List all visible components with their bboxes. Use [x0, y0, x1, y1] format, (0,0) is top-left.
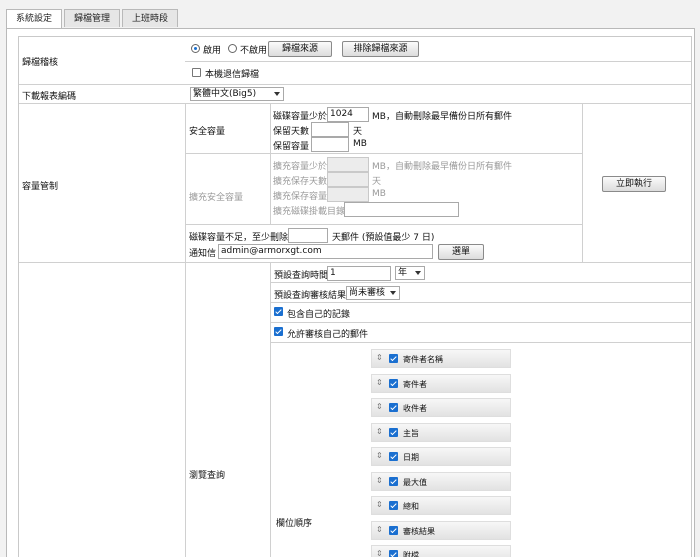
report-encoding-label: 下載報表編碼	[22, 92, 77, 102]
field-name: 寄件者	[403, 379, 427, 389]
row-archive-audit: 歸檔稽核 啟用 不啟用 歸檔來源 排除歸檔來源 本機退信歸檔	[19, 37, 691, 85]
field-name: 審核結果	[403, 526, 435, 536]
row-report-encoding: 下載報表編碼 繁體中文(Big5)	[19, 85, 691, 104]
ext-keep-size-input	[327, 187, 369, 202]
drag-handle-icon[interactable]: ⇕	[376, 353, 383, 362]
field-name: 寄件者名稱	[403, 355, 443, 364]
row-browse-query: 瀏覽查詢 預設查詢時間 1 年 預設查詢審核結果 尚未審核 包含自己的記錄 允許…	[19, 263, 691, 557]
field-order-item[interactable]: ⇕ 總和	[371, 496, 511, 515]
settings-panel: 歸檔稽核 啟用 不啟用 歸檔來源 排除歸檔來源 本機退信歸檔 下載報表編碼 繁體…	[6, 28, 695, 557]
field-order-item[interactable]: ⇕ 主旨	[371, 422, 511, 442]
disk-threshold-suffix: MB，自動刪除最早備份日所有郵件	[372, 112, 512, 122]
field-name: 最大值	[403, 477, 427, 487]
tab-system-settings[interactable]: 系統設定	[6, 9, 63, 29]
keep-days-unit: 天	[353, 127, 363, 137]
row-capacity-control: 容量管制 安全容量 磁碟容量少於 1024 MB，自動刪除最早備份日所有郵件 保…	[19, 104, 691, 263]
keep-days-input[interactable]	[311, 122, 349, 137]
default-time-input[interactable]: 1	[327, 266, 391, 281]
field-checkbox[interactable]	[389, 403, 398, 412]
keep-size-input[interactable]	[311, 137, 349, 152]
field-checkbox[interactable]	[389, 501, 398, 510]
settings-grid: 歸檔稽核 啟用 不啟用 歸檔來源 排除歸檔來源 本機退信歸檔 下載報表編碼 繁體…	[18, 36, 692, 557]
browse-query-label: 瀏覽查詢	[189, 471, 226, 481]
field-order-item[interactable]: ⇕ 日期	[371, 447, 511, 466]
insufficient-days-input[interactable]	[288, 228, 328, 243]
ext-keep-size-label: 擴充保存容量	[273, 192, 328, 202]
notify-pick-button[interactable]: 選單	[438, 244, 484, 260]
allow-own-checkbox[interactable]	[274, 327, 283, 336]
notify-email-input[interactable]: admin@armorxgt.com	[218, 244, 433, 259]
include-own-checkbox[interactable]	[274, 307, 283, 316]
drag-handle-icon[interactable]: ⇕	[376, 402, 383, 411]
disk-threshold-input[interactable]: 1024	[327, 107, 369, 122]
archive-disable-label: 不啟用	[240, 46, 268, 56]
archive-disable-radio[interactable]	[228, 44, 237, 53]
field-name: 主旨	[403, 428, 419, 438]
ext-keep-days-label: 擴充保存天數	[273, 177, 328, 187]
field-checkbox[interactable]	[389, 427, 398, 437]
insufficient-label: 磁碟容量不足，至少刪除	[189, 233, 289, 243]
field-checkbox[interactable]	[389, 476, 398, 486]
field-checkbox[interactable]	[389, 452, 398, 461]
safe-capacity-label: 安全容量	[189, 127, 226, 137]
drag-handle-icon[interactable]: ⇕	[376, 500, 383, 509]
tab-bar: 系統設定 歸檔管理 上班時段	[6, 9, 180, 29]
field-order-item[interactable]: ⇕ 審核結果	[371, 520, 511, 540]
field-order-item[interactable]: ⇕ 收件者	[371, 398, 511, 417]
ext-mount-input	[344, 202, 459, 217]
field-order-item[interactable]: ⇕ 寄件者	[371, 373, 511, 393]
field-order-item[interactable]: ⇕ 寄件者名稱	[371, 349, 511, 368]
notify-label: 通知信	[189, 249, 217, 259]
bounce-archive-label: 本機退信歸檔	[205, 70, 260, 80]
archive-audit-label: 歸檔稽核	[22, 58, 59, 68]
ext-threshold-input	[327, 157, 369, 172]
drag-handle-icon[interactable]: ⇕	[376, 378, 383, 387]
ext-keep-days-input	[327, 172, 369, 187]
ext-capacity-label: 擴充安全容量	[189, 193, 244, 203]
archive-enable-radio[interactable]	[191, 44, 200, 53]
field-order-item[interactable]: ⇕ 最大值	[371, 471, 511, 491]
default-result-select[interactable]: 尚未審核	[346, 286, 400, 300]
run-now-button[interactable]: 立即執行	[602, 176, 666, 192]
tab-archive-management[interactable]: 歸檔管理	[64, 9, 121, 27]
field-checkbox[interactable]	[389, 525, 398, 535]
ext-keep-size-unit: MB	[372, 189, 386, 199]
drag-handle-icon[interactable]: ⇕	[376, 525, 383, 534]
default-time-unit-select[interactable]: 年	[395, 266, 425, 280]
drag-handle-icon[interactable]: ⇕	[376, 476, 383, 485]
include-own-label: 包含自己的記錄	[287, 310, 351, 320]
drag-handle-icon[interactable]: ⇕	[376, 549, 383, 557]
keep-size-unit: MB	[353, 139, 367, 149]
tab-work-hours[interactable]: 上班時段	[122, 9, 179, 27]
exclude-archive-source-button[interactable]: 排除歸檔來源	[342, 41, 419, 57]
drag-handle-icon[interactable]: ⇕	[376, 451, 383, 460]
drag-handle-icon[interactable]: ⇕	[376, 427, 383, 436]
report-encoding-select[interactable]: 繁體中文(Big5)	[190, 87, 284, 101]
field-name: 收件者	[403, 404, 427, 413]
field-name: 附檔	[403, 551, 419, 557]
default-time-label: 預設查詢時間	[274, 271, 329, 281]
archive-enable-label: 啟用	[203, 46, 222, 56]
bounce-archive-checkbox[interactable]	[192, 68, 201, 77]
field-checkbox[interactable]	[389, 354, 398, 363]
allow-own-label: 允許審核自己的郵件	[287, 330, 369, 340]
field-checkbox[interactable]	[389, 378, 398, 388]
archive-source-button[interactable]: 歸檔來源	[268, 41, 332, 57]
ext-keep-days-unit: 天	[372, 177, 382, 187]
keep-days-label: 保留天數	[273, 127, 310, 137]
field-order-item[interactable]: ⇕ 附檔	[371, 545, 511, 557]
keep-size-label: 保留容量	[273, 142, 310, 152]
capacity-control-label: 容量管制	[22, 182, 59, 192]
ext-threshold-suffix: MB，自動刪除最早備份日所有郵件	[372, 162, 512, 172]
default-result-label: 預設查詢審核結果	[274, 291, 347, 301]
field-name: 總和	[403, 502, 419, 511]
ext-mount-label: 擴充磁碟掛載目錄	[273, 207, 346, 217]
insufficient-suffix: 天郵件 (預設值最少 7 日)	[332, 233, 435, 243]
field-checkbox[interactable]	[389, 550, 398, 557]
disk-less-than-label: 磁碟容量少於	[273, 112, 328, 122]
ext-less-than-label: 擴充容量少於	[273, 162, 328, 172]
field-name: 日期	[403, 453, 419, 462]
field-order-label: 欄位順序	[276, 519, 313, 529]
